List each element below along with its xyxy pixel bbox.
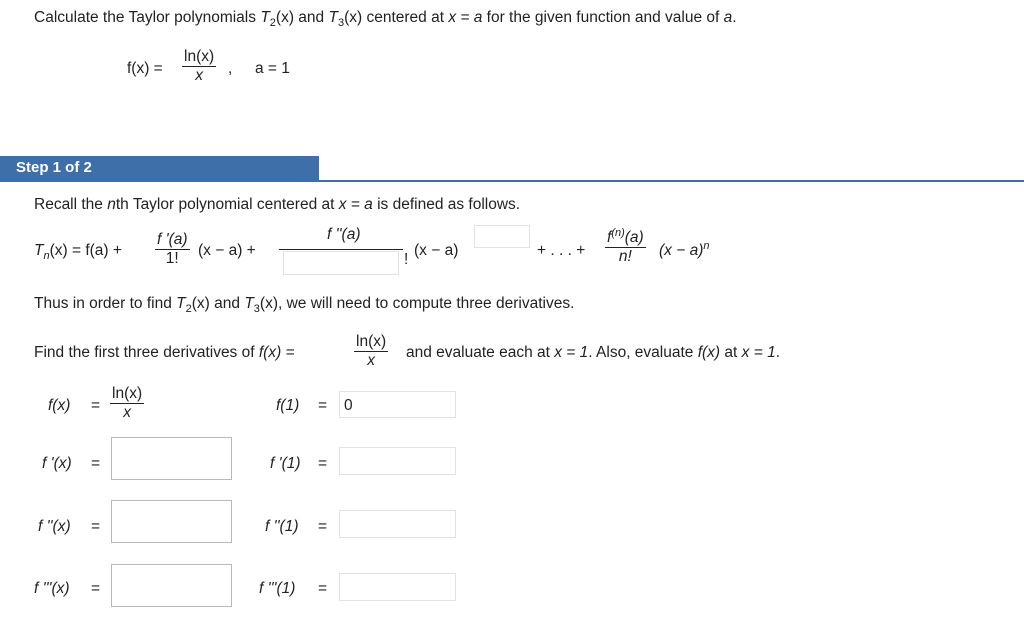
f1-value: 0 — [344, 397, 353, 414]
step-label: Step 1 of 2 — [0, 156, 319, 180]
fraction-numerator: ln(x) — [184, 48, 215, 65]
fpp-label: f ''(x) — [38, 518, 71, 535]
fp1-input[interactable] — [339, 447, 456, 475]
formula-ellipsis: + . . . + — [537, 242, 586, 259]
thus-text: Thus in order to find T2(x) and T3(x), w… — [34, 295, 575, 315]
fpp1-label: f ''(1) — [265, 518, 299, 535]
first-term-denominator: 1! — [155, 249, 190, 268]
fppp-equals: = — [91, 580, 101, 597]
nth-term-numerator: f(n)(a) — [607, 227, 644, 247]
problem-a-value: a = 1 — [255, 60, 290, 77]
nth-term-fraction: f(n)(a) n! — [605, 227, 646, 266]
taylor-formula-lhs: Tn(x) = f(a) + — [34, 242, 122, 262]
problem-function-fraction: ln(x) x — [182, 48, 217, 85]
fppp1-label: f '''(1) — [259, 580, 296, 597]
f1-value-field: 0 — [339, 391, 456, 418]
fx-fraction: ln(x) x — [110, 385, 145, 422]
find-function-fraction: ln(x) x — [354, 333, 389, 370]
fpp-equals: = — [91, 518, 101, 535]
second-term-factorial: ! — [404, 251, 409, 268]
fp1-equals: = — [318, 455, 328, 472]
fx-label: f(x) — [48, 397, 71, 414]
find-numerator: ln(x) — [356, 333, 387, 350]
first-term-numerator: f '(a) — [157, 231, 188, 248]
f1-equals: = — [318, 397, 328, 414]
fp-input[interactable] — [111, 437, 232, 480]
first-term-fraction: f '(a) 1! — [155, 231, 190, 268]
second-term-numerator: f ''(a) — [327, 226, 361, 243]
nth-term-denominator: n! — [605, 247, 646, 266]
fpp1-equals: = — [318, 518, 328, 535]
fpp1-input[interactable] — [339, 510, 456, 538]
second-term-factor: (x − a) — [414, 242, 459, 259]
first-term-factor: (x − a) + — [198, 242, 256, 259]
fppp1-input[interactable] — [339, 573, 456, 601]
second-term-fraction-bar — [279, 249, 403, 250]
fraction-denominator: x — [182, 66, 217, 85]
fx-denominator: x — [110, 403, 145, 422]
find-text-suffix: and evaluate each at x = 1. Also, evalua… — [406, 344, 781, 361]
fppp1-equals: = — [318, 580, 328, 597]
second-term-denominator-input[interactable] — [283, 251, 399, 275]
f1-label: f(1) — [276, 397, 300, 414]
fx-equals: = — [91, 397, 101, 414]
problem-comma: , — [228, 60, 233, 77]
fpp-input[interactable] — [111, 500, 232, 543]
nth-term-factor: (x − a)n — [659, 240, 710, 260]
fx-numerator: ln(x) — [112, 385, 143, 402]
find-text-prefix: Find the first three derivatives of f(x)… — [34, 344, 295, 361]
second-term-exponent-input[interactable] — [474, 225, 530, 248]
fppp-label: f '''(x) — [34, 580, 70, 597]
step-header: Step 1 of 2 — [0, 156, 1024, 182]
find-denominator: x — [354, 351, 389, 370]
fp1-label: f '(1) — [270, 455, 301, 472]
problem-prompt: Calculate the Taylor polynomials T2(x) a… — [34, 9, 737, 29]
recall-text: Recall the nth Taylor polynomial centere… — [34, 196, 521, 213]
problem-function-label: f(x) = — [127, 60, 163, 77]
fp-equals: = — [91, 455, 101, 472]
fp-label: f '(x) — [42, 455, 72, 472]
fppp-input[interactable] — [111, 564, 232, 607]
